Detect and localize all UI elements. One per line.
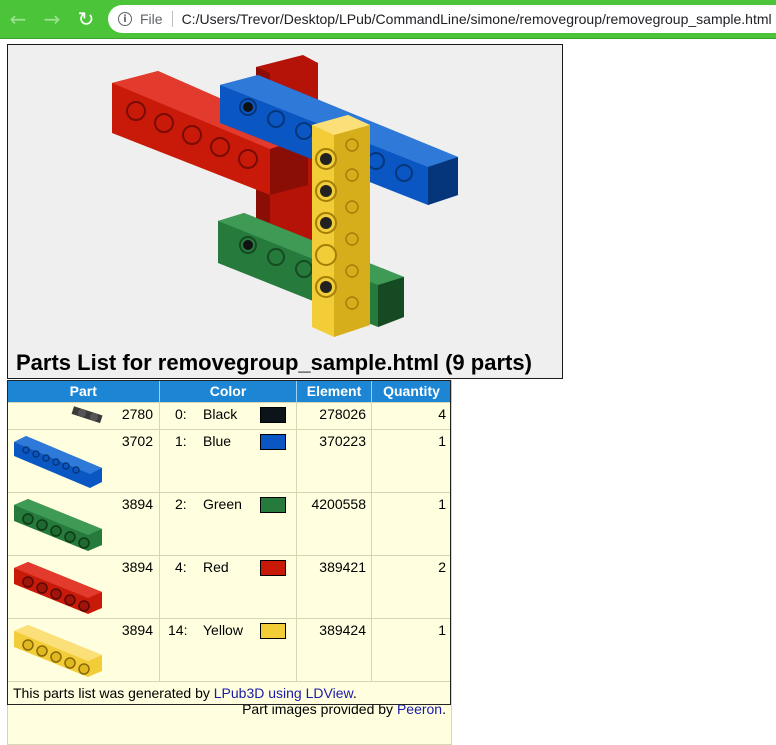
header-quantity: Quantity	[371, 380, 452, 403]
quantity: 1	[371, 492, 452, 556]
color-cell: 14: Yellow	[159, 618, 297, 682]
lpub3d-link[interactable]: LPub3D using LDView	[214, 685, 353, 701]
peeron-link[interactable]: Peeron	[397, 701, 442, 717]
url-text[interactable]: C:/Users/Trevor/Desktop/LPub/CommandLine…	[182, 11, 772, 27]
quantity: 4	[371, 402, 452, 430]
reload-icon: ↻	[77, 7, 95, 31]
part-cell: 3894	[7, 618, 160, 682]
element-id: 4200558	[296, 492, 372, 556]
table-row: 3894 4: Red 389421 2	[7, 555, 452, 619]
info-icon[interactable]: i	[118, 12, 132, 26]
element-id: 278026	[296, 402, 372, 430]
part-cell: 3894	[7, 555, 160, 619]
color-swatch	[260, 434, 286, 450]
color-name: Green	[203, 496, 242, 512]
header-part: Part	[7, 380, 160, 403]
quantity: 1	[371, 618, 452, 682]
footer-credit-right: Part images provided by Peeron.	[242, 701, 446, 717]
footer-text: This parts list was generated by	[13, 685, 214, 701]
part-cell: 2780	[7, 402, 160, 430]
part-cell: 3894	[7, 492, 160, 556]
part-number: 3894	[121, 559, 153, 575]
part-number: 2780	[121, 406, 153, 422]
color-code: 1:	[175, 433, 187, 449]
part-number: 3894	[121, 622, 153, 638]
header-color: Color	[159, 380, 297, 403]
color-cell: 2: Green	[159, 492, 297, 556]
file-label: File	[140, 11, 163, 27]
table-row: 3894 14: Yellow 389424 1	[7, 618, 452, 682]
parts-list-title: Parts List for removegroup_sample.html (…	[16, 350, 532, 375]
color-code: 0:	[175, 406, 187, 422]
color-swatch	[260, 497, 286, 513]
part-number: 3702	[121, 433, 153, 449]
color-swatch	[260, 560, 286, 576]
color-name: Red	[203, 559, 229, 575]
color-swatch	[260, 623, 286, 639]
element-id: 389424	[296, 618, 372, 682]
browser-toolbar: ← → ↻ i File C:/Users/Trevor/Desktop/LPu…	[0, 0, 776, 39]
footer-text: Part images provided by	[242, 701, 397, 717]
color-name: Blue	[203, 433, 232, 449]
color-cell: 4: Red	[159, 555, 297, 619]
color-swatch	[260, 407, 286, 423]
color-cell: 0: Black	[159, 402, 297, 430]
forward-button[interactable]: →	[40, 7, 64, 31]
parts-table: Part Color Element Quantity 2780 0: Blac…	[7, 380, 452, 745]
quantity: 1	[371, 429, 452, 493]
yellow-brick-image	[14, 625, 102, 677]
element-id: 389421	[296, 555, 372, 619]
color-cell: 1: Blue	[159, 429, 297, 493]
color-name: Black	[203, 406, 238, 422]
color-code: 4:	[175, 559, 187, 575]
arrow-right-icon: →	[43, 7, 61, 31]
green-brick-image	[14, 499, 102, 551]
color-code: 2:	[175, 496, 187, 512]
back-button[interactable]: ←	[6, 7, 30, 31]
model-image: Parts List for removegroup_sample.html (…	[7, 44, 563, 379]
table-footer: This parts list was generated by LPub3D …	[7, 681, 452, 745]
address-bar[interactable]: i File C:/Users/Trevor/Desktop/LPub/Comm…	[108, 5, 776, 33]
part-number: 3894	[121, 496, 153, 512]
footer-text: .	[352, 685, 357, 701]
color-code: 14:	[168, 622, 188, 638]
part-cell: 3702	[7, 429, 160, 493]
footer-text: .	[442, 701, 446, 717]
blue-brick-image	[14, 436, 102, 488]
table-row: 3702 1: Blue 370223 1	[7, 429, 452, 493]
red-brick-image	[14, 562, 102, 614]
divider	[171, 11, 173, 27]
header-element: Element	[296, 380, 372, 403]
table-header-row: Part Color Element Quantity	[7, 380, 452, 403]
axle-pin-image	[71, 406, 103, 424]
element-id: 370223	[296, 429, 372, 493]
footer-cell: This parts list was generated by LPub3D …	[7, 681, 452, 745]
quantity: 2	[371, 555, 452, 619]
arrow-left-icon: ←	[9, 7, 27, 31]
table-row: 2780 0: Black 278026 4	[7, 402, 452, 430]
color-name: Yellow	[203, 622, 243, 638]
lego-assembly-image	[112, 55, 458, 337]
table-row: 3894 2: Green 4200558 1	[7, 492, 452, 556]
footer-credit-left: This parts list was generated by LPub3D …	[13, 685, 357, 701]
reload-button[interactable]: ↻	[74, 7, 98, 31]
